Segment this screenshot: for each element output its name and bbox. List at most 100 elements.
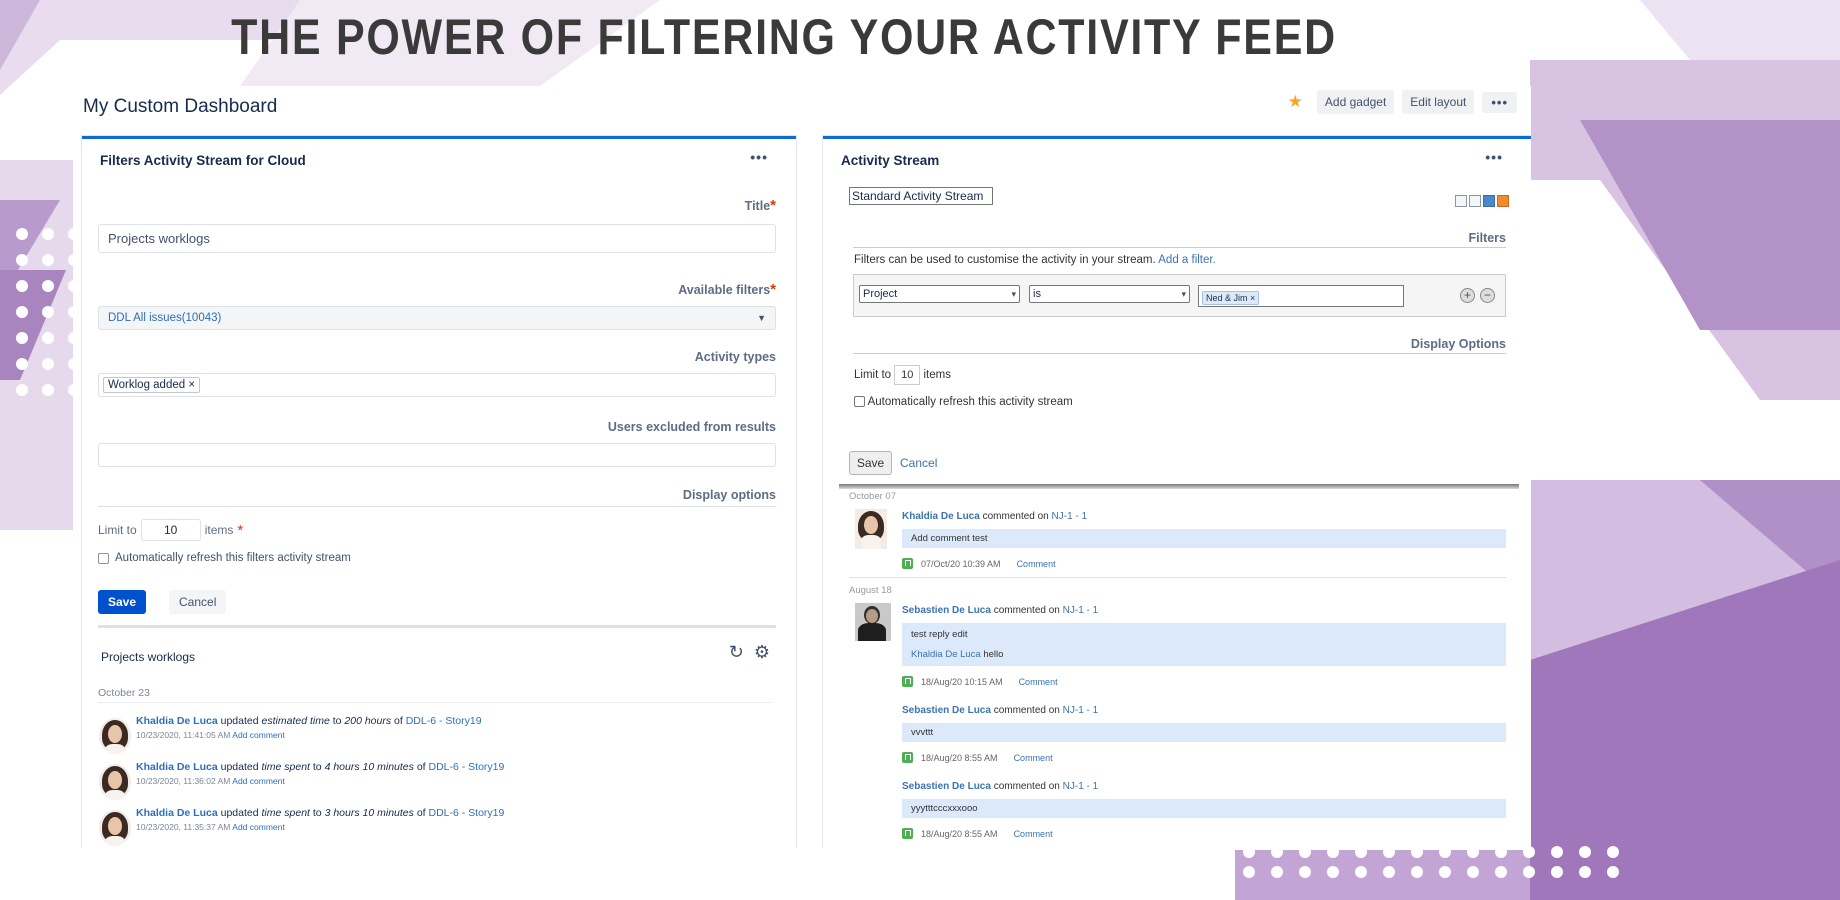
auto-refresh-label: Automatically refresh this filters activ… [115, 552, 351, 564]
user-link[interactable]: Sebastien De Luca [902, 705, 991, 716]
activity-types-input[interactable]: Worklog added × [98, 373, 776, 397]
rss-icon[interactable] [1497, 195, 1509, 207]
title-input[interactable]: Projects worklogs [98, 224, 776, 253]
comment-link[interactable]: Comment [1019, 677, 1058, 687]
star-icon[interactable]: ★ [1288, 92, 1303, 112]
auto-refresh-label: Automatically refresh this activity stre… [867, 396, 1073, 408]
detail-view-icon[interactable] [1469, 195, 1481, 207]
limit-input[interactable]: 10 [140, 519, 201, 541]
feed-title: Projects worklogs [101, 650, 196, 664]
stream-entry: Khaldia De Luca commented on NJ-1 - 1 [902, 511, 1087, 522]
chevron-down-icon: ▾ [1011, 288, 1016, 299]
comment-link[interactable]: Comment [1014, 829, 1053, 839]
user-link[interactable]: Khaldia De Luca [136, 761, 218, 773]
issue-link[interactable]: NJ-1 - 1 [1063, 705, 1099, 716]
title-field-label-text: Title [744, 199, 771, 213]
add-gadget-button[interactable]: Add gadget [1316, 90, 1395, 114]
add-filter-icon[interactable]: + [1460, 288, 1475, 303]
dashboard-window: My Custom Dashboard ★ Add gadget Edit la… [73, 86, 1531, 848]
issue-link[interactable]: DDL-6 - Story19 [429, 807, 505, 819]
user-link[interactable]: Khaldia De Luca [136, 807, 218, 819]
remove-filter-icon[interactable]: − [1480, 288, 1495, 303]
config-icon[interactable] [1483, 195, 1495, 207]
issue-link[interactable]: NJ-1 - 1 [1063, 605, 1099, 616]
add-comment-link[interactable]: Add comment [232, 776, 284, 786]
filter-value-tag-label: Ned & Jim [1206, 293, 1248, 303]
entry-meta: 07/Oct/20 10:39 AM Comment [902, 558, 1056, 569]
add-comment-link[interactable]: Add comment [232, 730, 284, 740]
filter-field-select[interactable]: Project ▾ [859, 285, 1020, 303]
activity-stream-gadget: Activity Stream ••• Standard Activity St… [823, 136, 1531, 848]
stream-title-input[interactable]: Standard Activity Stream [849, 187, 993, 205]
date-divider [98, 702, 772, 703]
entry-timestamp: 18/Aug/20 10:15 AM [921, 676, 1003, 687]
section-divider [853, 353, 1506, 354]
comment-icon [902, 752, 913, 763]
entry-of: of [394, 715, 403, 727]
gadget-menu-button[interactable]: ••• [1485, 149, 1503, 165]
feed-entry: Khaldia De Luca updated time spent to 3 … [136, 807, 504, 819]
available-filters-label-text: Available filters [678, 283, 771, 297]
reply-line: Khaldia De Luca hello [911, 649, 1497, 660]
comment-link[interactable]: Comment [1017, 559, 1056, 569]
cancel-button[interactable]: Cancel [169, 590, 227, 614]
entry-amount: 200 hours [344, 715, 392, 727]
user-link[interactable]: Sebastien De Luca [902, 781, 991, 792]
limit-prefix: Limit to [98, 523, 137, 537]
headline: THE POWER OF FILTERING YOUR ACTIVITY FEE… [231, 9, 1337, 65]
issue-link[interactable]: NJ-1 - 1 [1063, 781, 1099, 792]
auto-refresh-checkbox[interactable] [98, 552, 109, 564]
user-link[interactable]: Khaldia De Luca [136, 715, 218, 727]
entry-amount: 3 hours 10 minutes [324, 807, 414, 819]
feed-divider [98, 625, 776, 628]
more-actions-button[interactable]: ••• [1482, 91, 1517, 113]
reply-text: hello [983, 649, 1004, 660]
add-filter-link[interactable]: Add a filter. [1158, 254, 1216, 266]
limit-suffix: items [204, 523, 234, 537]
comment-bubble: yyytttcccxxxooo [902, 799, 1506, 818]
feed-entry: Khaldia De Luca updated time spent to 4 … [136, 761, 504, 773]
entry-field: estimated time [261, 715, 330, 727]
issue-link[interactable]: NJ-1 - 1 [1052, 511, 1088, 522]
filter-operator-select[interactable]: is ▾ [1029, 285, 1190, 303]
stream-separator [839, 484, 1519, 489]
entry-to: to [312, 761, 322, 773]
limit-input[interactable]: 10 [894, 365, 921, 385]
edit-layout-button[interactable]: Edit layout [1402, 90, 1475, 114]
comment-icon [902, 676, 913, 687]
save-button[interactable]: Save [98, 590, 147, 614]
issue-link[interactable]: DDL-6 - Story19 [429, 761, 505, 773]
view-toggle-group [1455, 195, 1509, 207]
activity-type-chip-label: Worklog added [108, 379, 186, 391]
entry-meta: 10/23/2020, 11:41:05 AM Add comment [136, 730, 285, 740]
filters-section-label: Filters [1468, 231, 1506, 245]
cancel-link[interactable]: Cancel [900, 456, 937, 470]
comment-bubble: test reply edit Khaldia De Luca hello [902, 623, 1506, 666]
avatar [99, 764, 131, 800]
add-comment-link[interactable]: Add comment [232, 822, 284, 832]
entry-timestamp: 10/23/2020, 11:35:37 AM [136, 822, 231, 832]
stream-date: October 07 [849, 491, 896, 502]
entry-of: of [416, 761, 426, 773]
limit-row: Limit to 10 items [854, 365, 951, 385]
entry-of: of [416, 807, 426, 819]
gear-icon[interactable]: ⚙ [754, 642, 770, 663]
issue-link[interactable]: DDL-6 - Story19 [406, 715, 482, 727]
refresh-icon[interactable]: ↻ [729, 642, 744, 663]
save-button[interactable]: Save [849, 451, 892, 475]
reply-user-link[interactable]: Khaldia De Luca [911, 649, 981, 660]
user-link[interactable]: Sebastien De Luca [902, 605, 991, 616]
user-link[interactable]: Khaldia De Luca [902, 511, 980, 522]
tag-remove-icon[interactable]: × [1250, 293, 1255, 303]
filter-value-input[interactable]: Ned & Jim × [1198, 285, 1404, 307]
comment-link[interactable]: Comment [1014, 753, 1053, 763]
gadget-menu-button[interactable]: ••• [750, 149, 768, 165]
users-excluded-label: Users excluded from results [607, 420, 776, 434]
users-excluded-input[interactable] [98, 443, 776, 467]
chip-remove-icon[interactable]: × [188, 379, 195, 391]
auto-refresh-checkbox[interactable] [854, 396, 865, 408]
available-filters-select[interactable]: DDL All issues(10043) ▼ [98, 306, 776, 330]
list-view-icon[interactable] [1455, 195, 1467, 207]
available-filters-label: Available filters* [678, 281, 776, 298]
stream-date: August 18 [849, 585, 892, 596]
